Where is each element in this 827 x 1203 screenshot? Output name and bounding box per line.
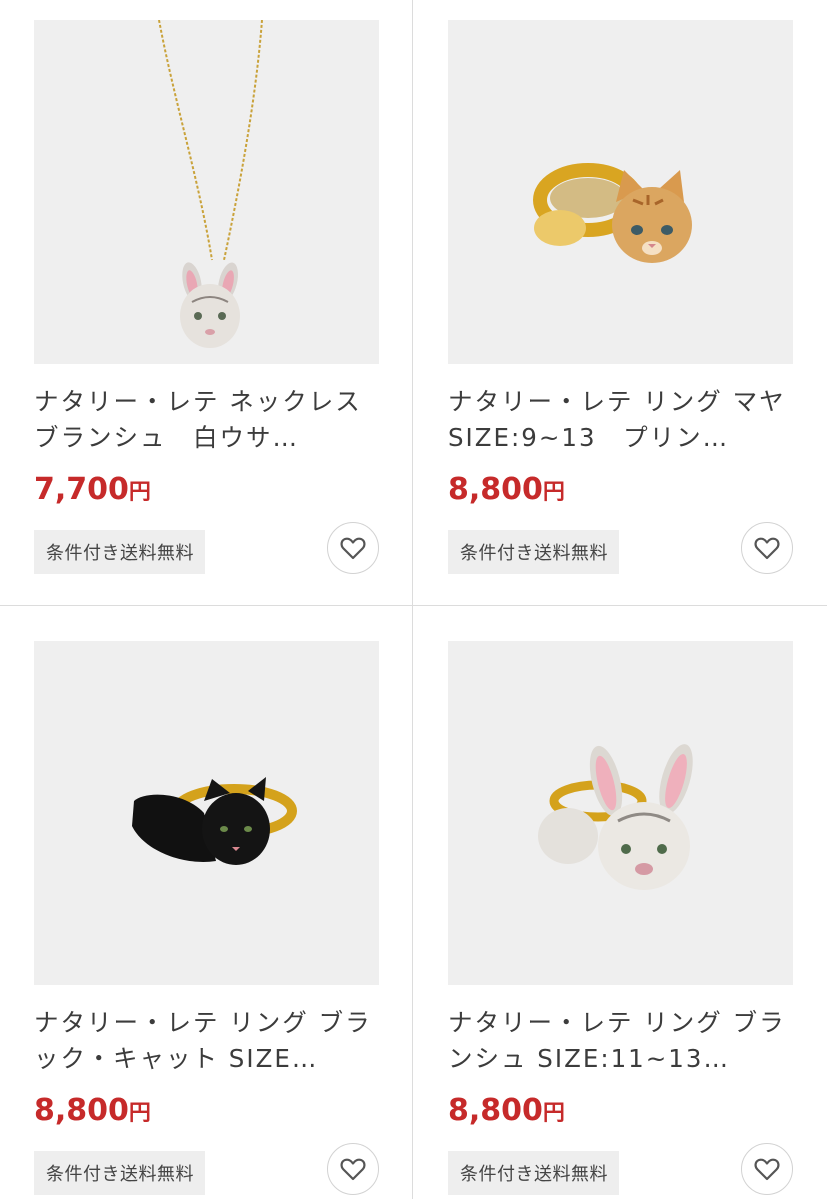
product-price: 8,800円 xyxy=(34,1091,379,1131)
row-divider xyxy=(0,605,827,606)
shipping-badge: 条件付き送料無料 xyxy=(448,530,619,574)
product-image[interactable] xyxy=(448,641,793,985)
product-card[interactable]: ナタリー・レテ リング マヤ SIZE:9~13 プリン… 8,800円 条件付… xyxy=(448,20,793,582)
favorite-button[interactable] xyxy=(741,1143,793,1195)
price-value: 8,800 xyxy=(34,1093,129,1128)
product-image[interactable] xyxy=(448,20,793,364)
favorite-button[interactable] xyxy=(327,522,379,574)
price-currency: 円 xyxy=(128,480,151,505)
product-title[interactable]: ナタリー・レテ リング マヤ SIZE:9~13 プリン… xyxy=(448,384,793,456)
shipping-badge: 条件付き送料無料 xyxy=(34,530,205,574)
heart-outline-icon xyxy=(754,537,780,560)
price-value: 8,800 xyxy=(448,472,543,507)
column-divider xyxy=(412,0,413,1199)
product-card[interactable]: ナタリー・レテ リング ブランシュ SIZE:11~13… 8,800円 条件付… xyxy=(448,641,793,1203)
heart-outline-icon xyxy=(754,1158,780,1181)
price-currency: 円 xyxy=(128,1101,151,1126)
product-image[interactable] xyxy=(34,641,379,985)
product-grid: ナタリー・レテ ネックレス ブランシュ 白ウサ… 7,700円 条件付き送料無料 xyxy=(0,0,827,1199)
price-currency: 円 xyxy=(542,480,565,505)
product-title[interactable]: ナタリー・レテ リング ブランシュ SIZE:11~13… xyxy=(448,1005,793,1077)
favorite-button[interactable] xyxy=(327,1143,379,1195)
product-card[interactable]: ナタリー・レテ リング ブラック・キャット SIZE… 8,800円 条件付き送… xyxy=(34,641,379,1203)
product-price: 8,800円 xyxy=(448,470,793,510)
product-title[interactable]: ナタリー・レテ リング ブラック・キャット SIZE… xyxy=(34,1005,379,1077)
price-value: 7,700 xyxy=(34,472,129,507)
product-title[interactable]: ナタリー・レテ ネックレス ブランシュ 白ウサ… xyxy=(34,384,379,456)
shipping-badge: 条件付き送料無料 xyxy=(448,1151,619,1195)
product-price: 8,800円 xyxy=(448,1091,793,1131)
shipping-badge: 条件付き送料無料 xyxy=(34,1151,205,1195)
product-card[interactable]: ナタリー・レテ ネックレス ブランシュ 白ウサ… 7,700円 条件付き送料無料 xyxy=(34,20,379,582)
price-currency: 円 xyxy=(542,1101,565,1126)
product-price: 7,700円 xyxy=(34,470,379,510)
heart-outline-icon xyxy=(340,1158,366,1181)
price-value: 8,800 xyxy=(448,1093,543,1128)
heart-outline-icon xyxy=(340,537,366,560)
favorite-button[interactable] xyxy=(741,522,793,574)
product-image[interactable] xyxy=(34,20,379,364)
